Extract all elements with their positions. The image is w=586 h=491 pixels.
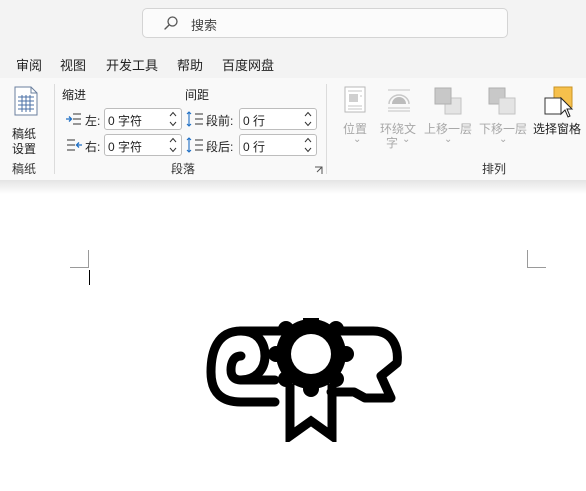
group-separator bbox=[54, 84, 55, 174]
indent-left-spinner[interactable]: 0 字符 bbox=[104, 108, 182, 130]
search-placeholder: 搜索 bbox=[191, 18, 218, 33]
search-box[interactable]: 搜索 bbox=[142, 8, 508, 38]
margin-corner-mark bbox=[527, 250, 528, 268]
spacing-before-label: 段前: bbox=[206, 114, 234, 128]
tab-baidu-netdisk[interactable]: 百度网盘 bbox=[222, 55, 274, 74]
spinner-arrows-icon[interactable] bbox=[169, 109, 177, 129]
wrap-text-button[interactable]: 环绕文 字 ⌄ bbox=[378, 84, 420, 152]
indent-right-icon bbox=[67, 139, 82, 151]
text-cursor bbox=[89, 270, 90, 285]
ribbon-tabs: 审阅 视图 开发工具 帮助 百度网盘 bbox=[0, 48, 586, 78]
indent-right-spinner[interactable]: 0 字符 bbox=[104, 134, 182, 156]
ribbon: 稿纸 设置 稿纸 缩进 左: 0 字符 右: 0 字符 间距 段前: 0 行 段… bbox=[0, 78, 586, 181]
margin-corner-mark bbox=[70, 267, 89, 268]
spacing-header: 间距 bbox=[185, 88, 210, 102]
arrange-group-label: 排列 bbox=[482, 162, 507, 176]
spinner-arrows-icon[interactable] bbox=[169, 135, 177, 155]
ribbon-shadow bbox=[0, 180, 586, 194]
search-icon bbox=[164, 16, 178, 30]
tab-help[interactable]: 帮助 bbox=[177, 55, 203, 74]
dialog-launcher-icon[interactable] bbox=[314, 166, 323, 175]
send-backward-icon bbox=[488, 87, 516, 115]
wrap-text-icon bbox=[388, 89, 410, 112]
position-button[interactable]: 位置 ⌄ bbox=[338, 84, 374, 152]
tab-view[interactable]: 视图 bbox=[60, 55, 86, 74]
manuscript-paper-icon bbox=[14, 86, 38, 116]
paragraph-group-label: 段落 bbox=[171, 162, 196, 176]
spinner-arrows-icon[interactable] bbox=[304, 135, 312, 155]
margin-corner-mark bbox=[88, 250, 89, 268]
spacing-after-value: 0 行 bbox=[243, 140, 266, 154]
indent-right-label: 右: bbox=[85, 140, 101, 154]
spacing-after-label: 段后: bbox=[206, 140, 234, 154]
selection-pane-icon bbox=[544, 86, 574, 118]
title-bar: 搜索 bbox=[0, 0, 586, 48]
send-backward-button[interactable]: 下移一层 ⌄ bbox=[477, 84, 529, 152]
position-icon bbox=[344, 86, 366, 113]
indent-right-value: 0 字符 bbox=[108, 140, 143, 154]
spacing-after-icon bbox=[186, 137, 203, 153]
spacing-after-spinner[interactable]: 0 行 bbox=[239, 134, 317, 156]
document-page[interactable] bbox=[0, 194, 586, 491]
selection-pane-button[interactable]: 选择窗格 bbox=[531, 84, 585, 152]
spacing-before-value: 0 行 bbox=[243, 114, 266, 128]
indent-left-icon bbox=[66, 113, 81, 125]
manuscript-group-label: 稿纸 bbox=[12, 162, 37, 176]
manuscript-settings-button[interactable]: 稿纸 设置 bbox=[8, 84, 44, 156]
chevron-down-icon: ⌄ bbox=[353, 134, 362, 145]
spinner-arrows-icon[interactable] bbox=[304, 109, 312, 129]
group-separator bbox=[326, 84, 327, 174]
bring-forward-icon bbox=[434, 87, 462, 115]
indent-left-value: 0 字符 bbox=[108, 114, 143, 128]
spacing-before-spinner[interactable]: 0 行 bbox=[239, 108, 317, 130]
margin-corner-mark bbox=[527, 267, 546, 268]
tab-developer[interactable]: 开发工具 bbox=[106, 55, 158, 74]
bring-forward-button[interactable]: 上移一层 ⌄ bbox=[422, 84, 474, 152]
diploma-scroll-icon[interactable] bbox=[205, 318, 405, 442]
tab-review[interactable]: 审阅 bbox=[16, 55, 42, 74]
selection-pane-label: 选择窗格 bbox=[533, 122, 582, 136]
manuscript-button-line2: 设置 bbox=[12, 142, 37, 156]
chevron-down-icon: ⌄ bbox=[444, 134, 453, 145]
chevron-down-icon: ⌄ bbox=[499, 134, 508, 145]
wrap-text-label-line2: 字 bbox=[386, 136, 399, 150]
indent-header: 缩进 bbox=[62, 88, 87, 102]
spacing-before-icon bbox=[186, 111, 203, 127]
indent-left-label: 左: bbox=[85, 114, 101, 128]
chevron-down-icon: ⌄ bbox=[402, 134, 411, 145]
